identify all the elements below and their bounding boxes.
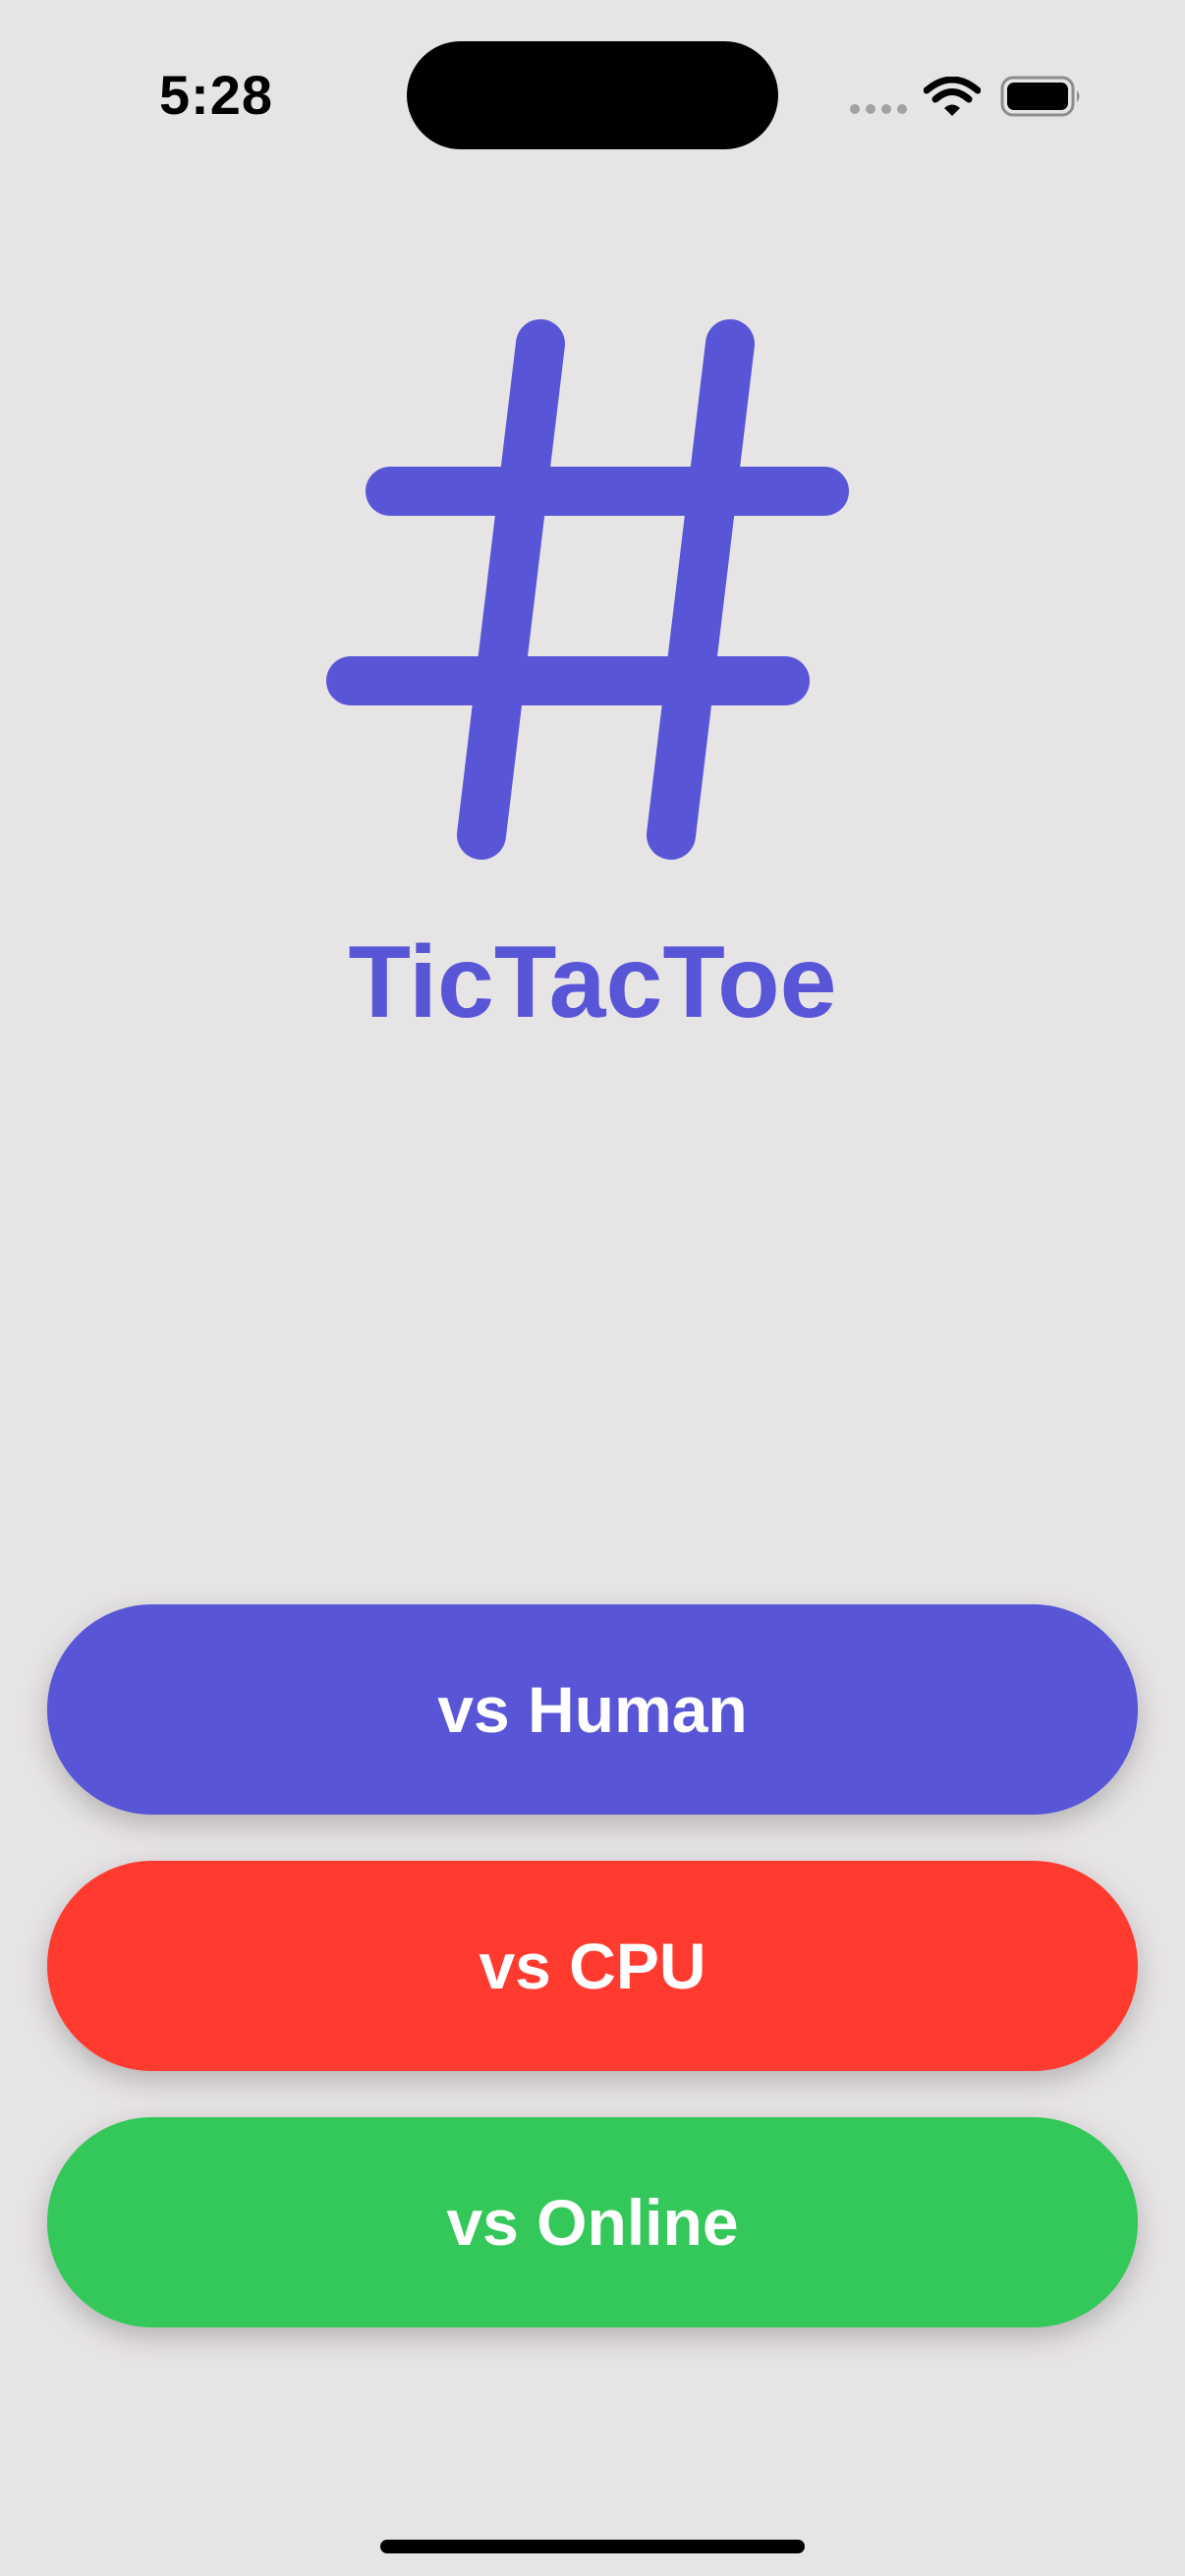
app-title: TicTacToe <box>348 925 837 1039</box>
vs-online-button[interactable]: vs Online <box>47 2117 1138 2327</box>
dynamic-island <box>407 41 778 149</box>
cellular-signal-icon <box>850 104 907 114</box>
status-bar: 5:28 <box>0 0 1185 196</box>
status-time: 5:28 <box>158 64 274 126</box>
wifi-icon <box>924 77 981 116</box>
number-sign-icon <box>326 319 849 860</box>
vs-human-button[interactable]: vs Human <box>47 1604 1138 1815</box>
home-indicator[interactable] <box>380 2540 805 2553</box>
battery-icon <box>1000 76 1080 117</box>
vs-cpu-button[interactable]: vs CPU <box>47 1861 1138 2071</box>
